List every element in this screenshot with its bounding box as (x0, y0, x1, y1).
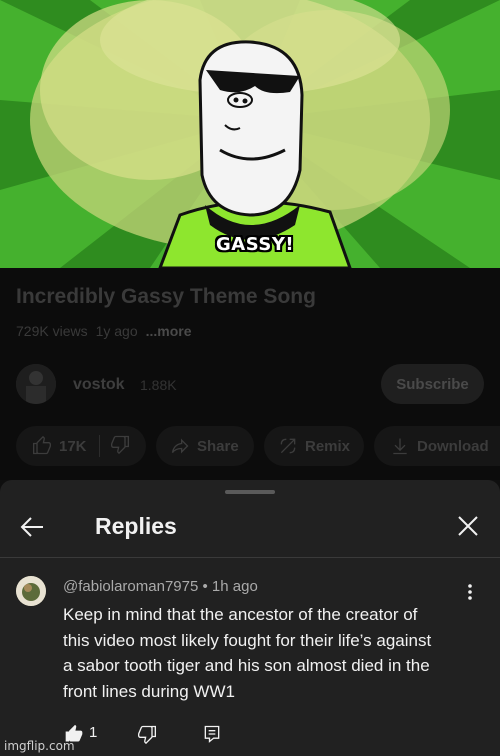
video-player[interactable]: GASSY! (0, 0, 500, 268)
comment-more-button[interactable] (460, 580, 480, 604)
like-count: 17K (59, 437, 87, 455)
upload-age: 1y ago (95, 323, 138, 339)
channel-name[interactable]: vostok (73, 376, 125, 394)
dislike-icon (138, 725, 156, 744)
comment-line: front lines during WW1 (63, 681, 235, 701)
drag-handle[interactable] (225, 490, 275, 494)
comment-meta: @fabiolaroman7975 • 1h ago (63, 578, 258, 595)
channel-subscribers: 1.88K (140, 377, 177, 393)
share-icon (171, 438, 189, 454)
comment-time: 1h ago (211, 578, 258, 595)
back-button[interactable] (14, 512, 50, 542)
subscribe-button[interactable]: Subscribe (381, 364, 484, 404)
video-title[interactable]: Incredibly Gassy Theme Song (16, 285, 316, 309)
header-divider (0, 557, 500, 558)
remix-label: Remix (305, 437, 351, 455)
comment-line: this video most likely fought for their … (63, 630, 432, 650)
share-button[interactable]: Share (156, 426, 254, 466)
replies-title: Replies (95, 513, 177, 539)
dislike-button[interactable] (110, 434, 137, 458)
close-button[interactable] (452, 510, 484, 542)
like-icon (33, 436, 51, 455)
remix-button[interactable]: Remix (264, 426, 364, 466)
back-arrow-icon (20, 517, 43, 537)
close-icon (458, 516, 478, 536)
like-dislike-pill: 17K (16, 426, 146, 466)
more-link[interactable]: ...more (146, 323, 192, 339)
video-meta[interactable]: 729K views 1y ago ...more (16, 323, 200, 339)
comment-text: Keep in mind that the ancestor of the cr… (63, 602, 473, 704)
like-button[interactable]: 17K (32, 436, 87, 456)
more-vert-icon (468, 584, 472, 600)
download-label: Download (417, 437, 489, 455)
channel-avatar[interactable] (16, 364, 56, 404)
remix-icon (280, 438, 296, 454)
comment-reply-button[interactable] (200, 722, 224, 746)
watermark: imgflip.com (4, 739, 75, 753)
download-icon (393, 438, 407, 455)
download-button[interactable]: Download (374, 426, 500, 466)
comment-author[interactable]: @fabiolaroman7975 (63, 578, 198, 595)
view-count: 729K views (16, 323, 88, 339)
video-frame-illustration (0, 0, 500, 268)
comment-dislike-button[interactable] (135, 722, 159, 746)
comment-like-count: 1 (89, 724, 98, 741)
comment-line: Keep in mind that the ancestor of the cr… (63, 605, 418, 624)
reply-icon (204, 725, 220, 743)
dislike-icon (110, 435, 129, 455)
pill-divider (98, 435, 100, 457)
commenter-avatar[interactable] (16, 576, 46, 606)
video-caption: GASSY! (216, 234, 295, 255)
share-label: Share (197, 437, 239, 455)
comment-line: a sabor tooth tiger and his son almost d… (63, 656, 430, 676)
